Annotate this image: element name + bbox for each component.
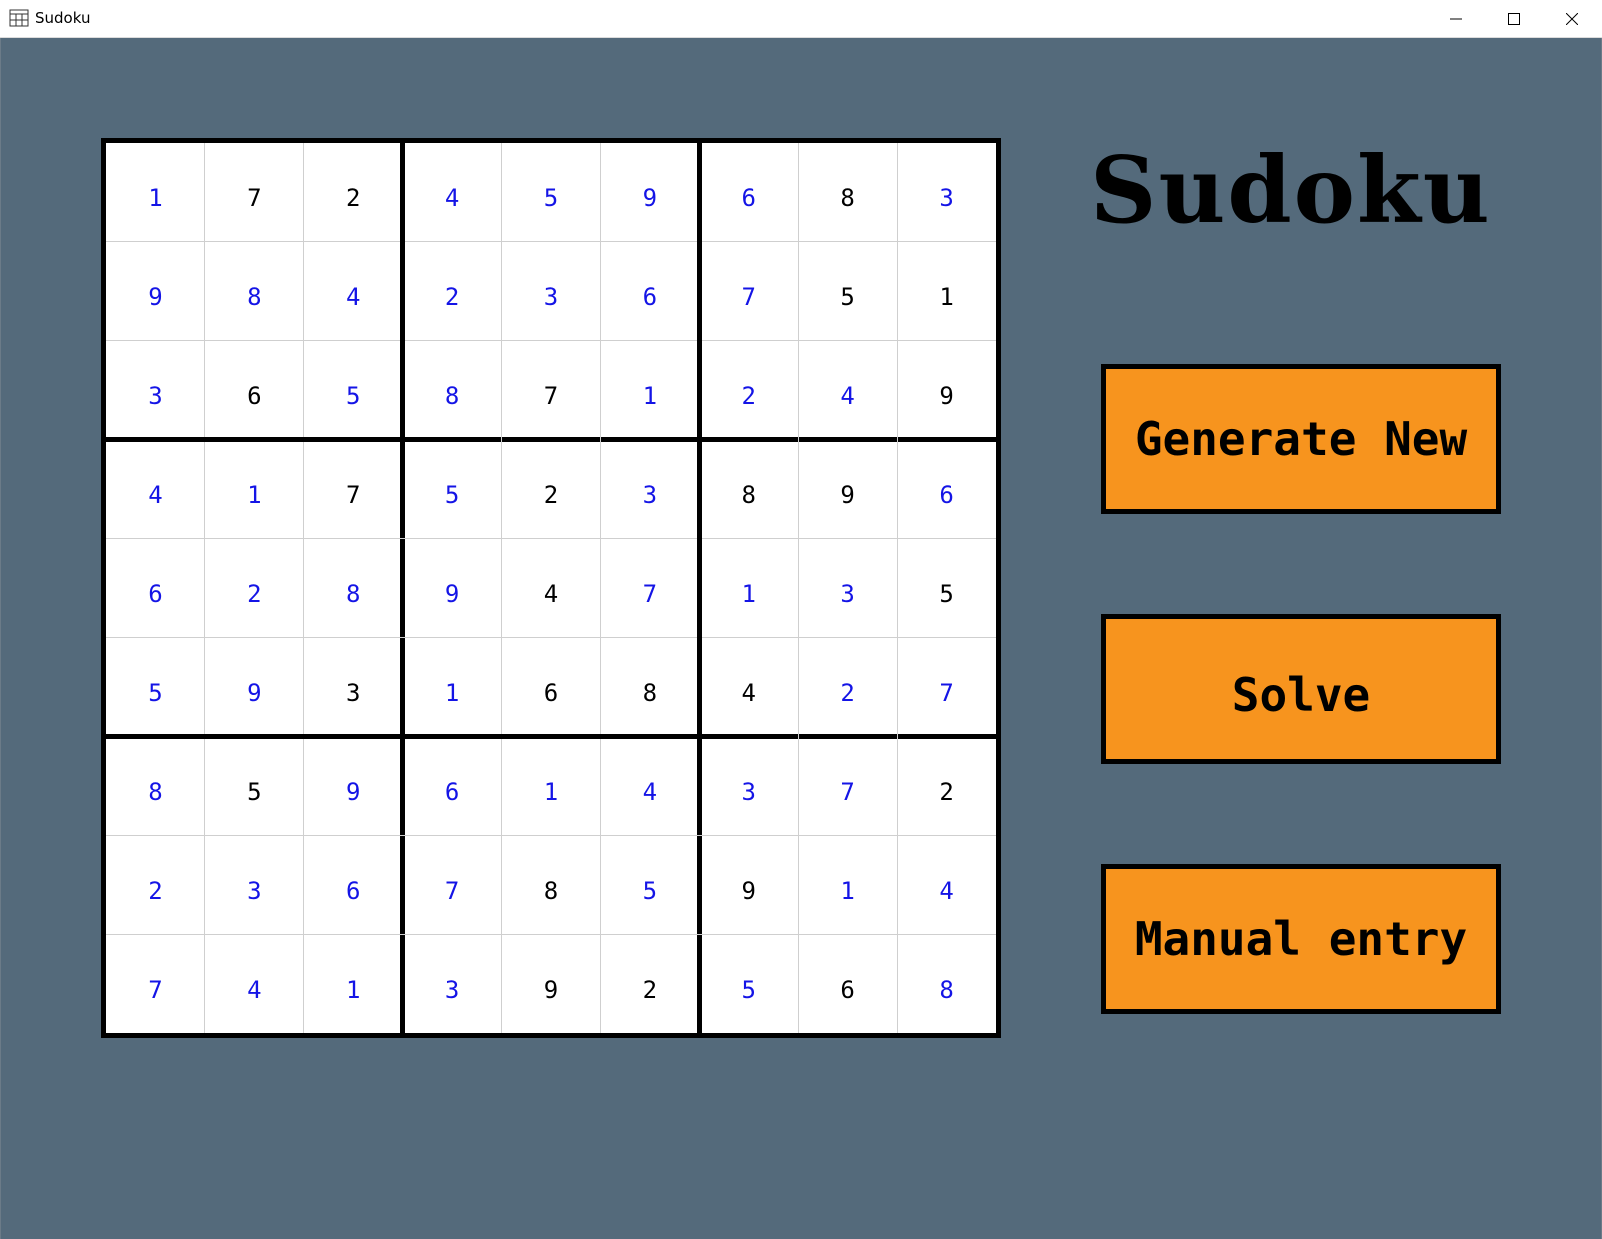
sudoku-cell[interactable]: 4 [897, 835, 996, 934]
sudoku-cell[interactable]: 9 [403, 539, 502, 638]
sudoku-cell[interactable]: 8 [600, 637, 699, 736]
maximize-button[interactable] [1486, 0, 1544, 38]
sudoku-cell[interactable]: 6 [403, 736, 502, 835]
sudoku-cell[interactable]: 5 [502, 143, 601, 242]
sudoku-cell[interactable]: 3 [798, 539, 897, 638]
sudoku-cell[interactable]: 3 [205, 835, 304, 934]
close-icon [1566, 13, 1578, 25]
sudoku-cell[interactable]: 3 [403, 934, 502, 1033]
sudoku-cell[interactable]: 5 [106, 637, 205, 736]
sudoku-cell[interactable]: 5 [403, 440, 502, 539]
sudoku-cell[interactable]: 3 [600, 440, 699, 539]
sudoku-cell[interactable]: 6 [502, 637, 601, 736]
manual-entry-button[interactable]: Manual entry [1101, 864, 1501, 1014]
sudoku-cell[interactable]: 6 [106, 539, 205, 638]
sudoku-cell[interactable]: 1 [600, 341, 699, 440]
sudoku-cell[interactable]: 8 [502, 835, 601, 934]
sudoku-cell[interactable]: 3 [502, 242, 601, 341]
sudoku-cell[interactable]: 7 [304, 440, 403, 539]
sudoku-cell[interactable]: 2 [403, 242, 502, 341]
logo-title: Sudoku [1090, 136, 1492, 244]
sudoku-cell[interactable]: 5 [897, 539, 996, 638]
sudoku-cell[interactable]: 7 [403, 835, 502, 934]
sudoku-cell[interactable]: 9 [304, 736, 403, 835]
close-button[interactable] [1544, 0, 1602, 38]
sudoku-cell[interactable]: 2 [106, 835, 205, 934]
sudoku-cell[interactable]: 5 [699, 934, 798, 1033]
sudoku-cell[interactable]: 9 [205, 637, 304, 736]
sudoku-cell[interactable]: 4 [403, 143, 502, 242]
sudoku-cell[interactable]: 2 [205, 539, 304, 638]
sudoku-cell[interactable]: 9 [699, 835, 798, 934]
sudoku-cell[interactable]: 4 [600, 736, 699, 835]
sudoku-cell[interactable]: 5 [600, 835, 699, 934]
sudoku-cell[interactable]: 9 [600, 143, 699, 242]
sudoku-cell[interactable]: 4 [304, 242, 403, 341]
title-bar: Sudoku [0, 0, 1602, 38]
sudoku-cell[interactable]: 9 [106, 242, 205, 341]
sudoku-cell[interactable]: 3 [106, 341, 205, 440]
sudoku-cell[interactable]: 7 [502, 341, 601, 440]
sudoku-cell[interactable]: 4 [798, 341, 897, 440]
sudoku-cell[interactable]: 5 [798, 242, 897, 341]
sudoku-cell[interactable]: 1 [304, 934, 403, 1033]
sudoku-cell[interactable]: 6 [699, 143, 798, 242]
sudoku-cell[interactable]: 1 [699, 539, 798, 638]
window-title: Sudoku [35, 9, 91, 27]
sudoku-cell[interactable]: 2 [600, 934, 699, 1033]
maximize-icon [1508, 13, 1520, 25]
minimize-button[interactable] [1428, 0, 1486, 38]
sudoku-cell[interactable]: 8 [403, 341, 502, 440]
sudoku-cell[interactable]: 7 [205, 143, 304, 242]
sudoku-cell[interactable]: 9 [798, 440, 897, 539]
sudoku-cell[interactable]: 5 [205, 736, 304, 835]
sudoku-cell[interactable]: 2 [502, 440, 601, 539]
sudoku-cell[interactable]: 6 [798, 934, 897, 1033]
sudoku-cell[interactable]: 8 [897, 934, 996, 1033]
sudoku-cell[interactable]: 4 [205, 934, 304, 1033]
sudoku-cell[interactable]: 7 [897, 637, 996, 736]
sudoku-cell[interactable]: 2 [304, 143, 403, 242]
sudoku-cell[interactable]: 7 [798, 736, 897, 835]
sudoku-cell[interactable]: 6 [897, 440, 996, 539]
sudoku-cell[interactable]: 7 [699, 242, 798, 341]
sudoku-cell[interactable]: 7 [106, 934, 205, 1033]
sudoku-cell[interactable]: 8 [304, 539, 403, 638]
sudoku-cell[interactable]: 3 [897, 143, 996, 242]
sudoku-cell[interactable]: 2 [897, 736, 996, 835]
sudoku-cell[interactable]: 1 [897, 242, 996, 341]
sudoku-cell[interactable]: 1 [798, 835, 897, 934]
app-icon [9, 9, 29, 27]
sudoku-cell[interactable]: 3 [699, 736, 798, 835]
sudoku-cell[interactable]: 2 [699, 341, 798, 440]
sudoku-cell[interactable]: 6 [205, 341, 304, 440]
minimize-icon [1450, 18, 1462, 20]
generate-new-button[interactable]: Generate New [1101, 364, 1501, 514]
sudoku-cell[interactable]: 9 [502, 934, 601, 1033]
sudoku-cell[interactable]: 6 [304, 835, 403, 934]
sudoku-cell[interactable]: 2 [798, 637, 897, 736]
sudoku-cell[interactable]: 1 [106, 143, 205, 242]
sudoku-cell[interactable]: 8 [205, 242, 304, 341]
sudoku-cell[interactable]: 1 [205, 440, 304, 539]
sudoku-cell[interactable]: 5 [304, 341, 403, 440]
sudoku-cell[interactable]: 9 [897, 341, 996, 440]
sudoku-cell[interactable]: 8 [798, 143, 897, 242]
sudoku-board: 1724596839842367513658712494175238966289… [101, 138, 1001, 1038]
sudoku-cell[interactable]: 1 [502, 736, 601, 835]
sudoku-cell[interactable]: 7 [600, 539, 699, 638]
sudoku-cell[interactable]: 6 [600, 242, 699, 341]
sudoku-cell[interactable]: 3 [304, 637, 403, 736]
sudoku-cell[interactable]: 4 [699, 637, 798, 736]
sudoku-cell[interactable]: 4 [502, 539, 601, 638]
sudoku-cell[interactable]: 8 [699, 440, 798, 539]
solve-button[interactable]: Solve [1101, 614, 1501, 764]
sudoku-cell[interactable]: 1 [403, 637, 502, 736]
sudoku-cell[interactable]: 8 [106, 736, 205, 835]
sudoku-cell[interactable]: 4 [106, 440, 205, 539]
